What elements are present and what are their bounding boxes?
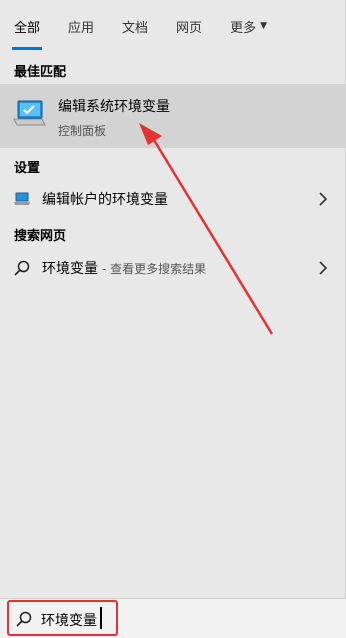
tab-more-label: 更多 — [230, 20, 257, 36]
laptop-icon — [12, 189, 32, 209]
tab-all[interactable]: 全部 — [11, 0, 43, 52]
tab-apps[interactable]: 应用 — [68, 0, 94, 52]
settings-item[interactable]: 编辑帐户的环境变量 — [0, 183, 346, 215]
best-match-title: 编辑系统环境变量 — [58, 99, 170, 115]
settings-item-label: 编辑帐户的环境变量 — [42, 192, 168, 208]
tab-apps-label: 应用 — [68, 20, 95, 36]
tab-documents-label: 文档 — [122, 20, 149, 36]
best-match-subtitle: 控制面板 — [58, 124, 107, 138]
web-search-term: 环境变量 — [42, 261, 98, 277]
best-match-heading: 最佳匹配 — [14, 65, 67, 80]
tab-web-label: 网页 — [176, 20, 203, 36]
system-properties-icon — [13, 100, 46, 126]
search-icon — [12, 258, 32, 278]
tab-all-label: 全部 — [14, 20, 41, 36]
start-search-panel: 全部 应用 文档 网页 更多 ▼ 最佳匹配 编辑系统环境变量 控制面板 设置 编辑… — [0, 0, 346, 638]
web-search-suffix: - 查看更多搜索结果 — [102, 261, 207, 276]
settings-heading: 设置 — [14, 161, 41, 176]
search-input[interactable]: 环境变量 — [41, 610, 97, 630]
chevron-right-icon[interactable] — [318, 259, 328, 277]
tab-web[interactable]: 网页 — [176, 0, 202, 52]
chevron-right-icon[interactable] — [318, 190, 328, 208]
text-cursor — [100, 607, 102, 629]
tab-documents[interactable]: 文档 — [122, 0, 148, 52]
filter-tabs: 全部 应用 文档 网页 更多 ▼ — [0, 0, 346, 52]
chevron-down-icon: ▼ — [260, 21, 267, 31]
best-match-item[interactable]: 编辑系统环境变量 控制面板 — [0, 84, 346, 148]
tab-more[interactable]: 更多 ▼ — [230, 0, 267, 52]
search-icon — [16, 611, 32, 627]
web-search-heading: 搜索网页 — [14, 229, 67, 244]
web-search-item[interactable]: 环境变量 - 查看更多搜索结果 — [0, 252, 346, 284]
